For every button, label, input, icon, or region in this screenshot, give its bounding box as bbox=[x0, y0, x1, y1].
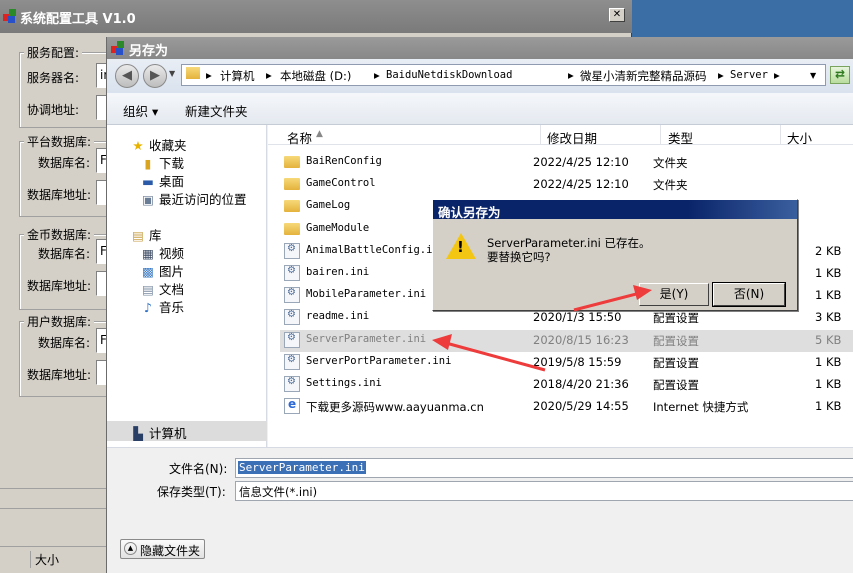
arrow-to-file bbox=[432, 334, 546, 372]
annotation-arrows bbox=[432, 285, 652, 372]
arrow-to-yes bbox=[573, 285, 652, 312]
